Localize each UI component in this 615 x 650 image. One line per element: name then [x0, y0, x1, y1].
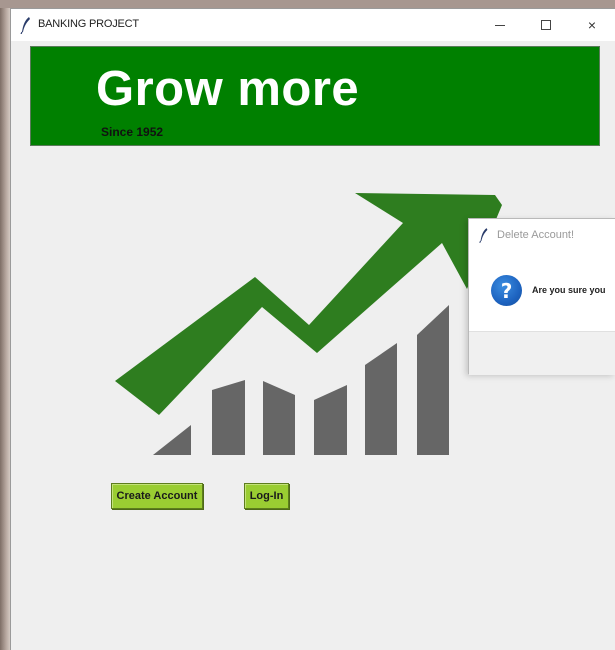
graphic-bar: [417, 305, 449, 455]
graphic-bar: [314, 385, 347, 455]
close-button[interactable]: ×: [569, 9, 615, 41]
graphic-bar: [365, 343, 397, 455]
banner-subtitle: Since 1952: [101, 125, 164, 139]
minimize-icon: [495, 24, 505, 26]
graphic-bar: [153, 425, 191, 455]
feather-icon: [20, 17, 30, 34]
feather-icon: [479, 228, 488, 243]
maximize-button[interactable]: [523, 9, 569, 41]
dialog-button-area: [469, 331, 615, 375]
dialog-body: ? Are you sure you: [469, 251, 615, 331]
minimize-button[interactable]: [477, 9, 523, 41]
dialog-title-bar[interactable]: Delete Account!: [469, 219, 615, 251]
banner-title: Grow more: [96, 62, 360, 116]
graphic-bar: [212, 380, 245, 455]
delete-account-dialog: Delete Account! ? Are you sure you: [468, 218, 615, 375]
title-bar[interactable]: BANKING PROJECT ×: [11, 9, 615, 41]
dialog-title: Delete Account!: [497, 229, 575, 241]
window-title: BANKING PROJECT: [38, 18, 139, 30]
desktop-strip: [0, 0, 615, 8]
create-account-button[interactable]: Create Account: [111, 483, 203, 509]
question-icon: ?: [491, 275, 522, 306]
graphic-bar: [263, 381, 295, 455]
dialog-message: Are you sure you: [532, 285, 606, 295]
header-banner: Grow more Since 1952: [30, 46, 600, 146]
growth-chart-icon: [115, 193, 502, 455]
maximize-icon: [541, 20, 551, 30]
close-icon: ×: [587, 17, 597, 33]
login-button[interactable]: Log-In: [244, 483, 289, 509]
